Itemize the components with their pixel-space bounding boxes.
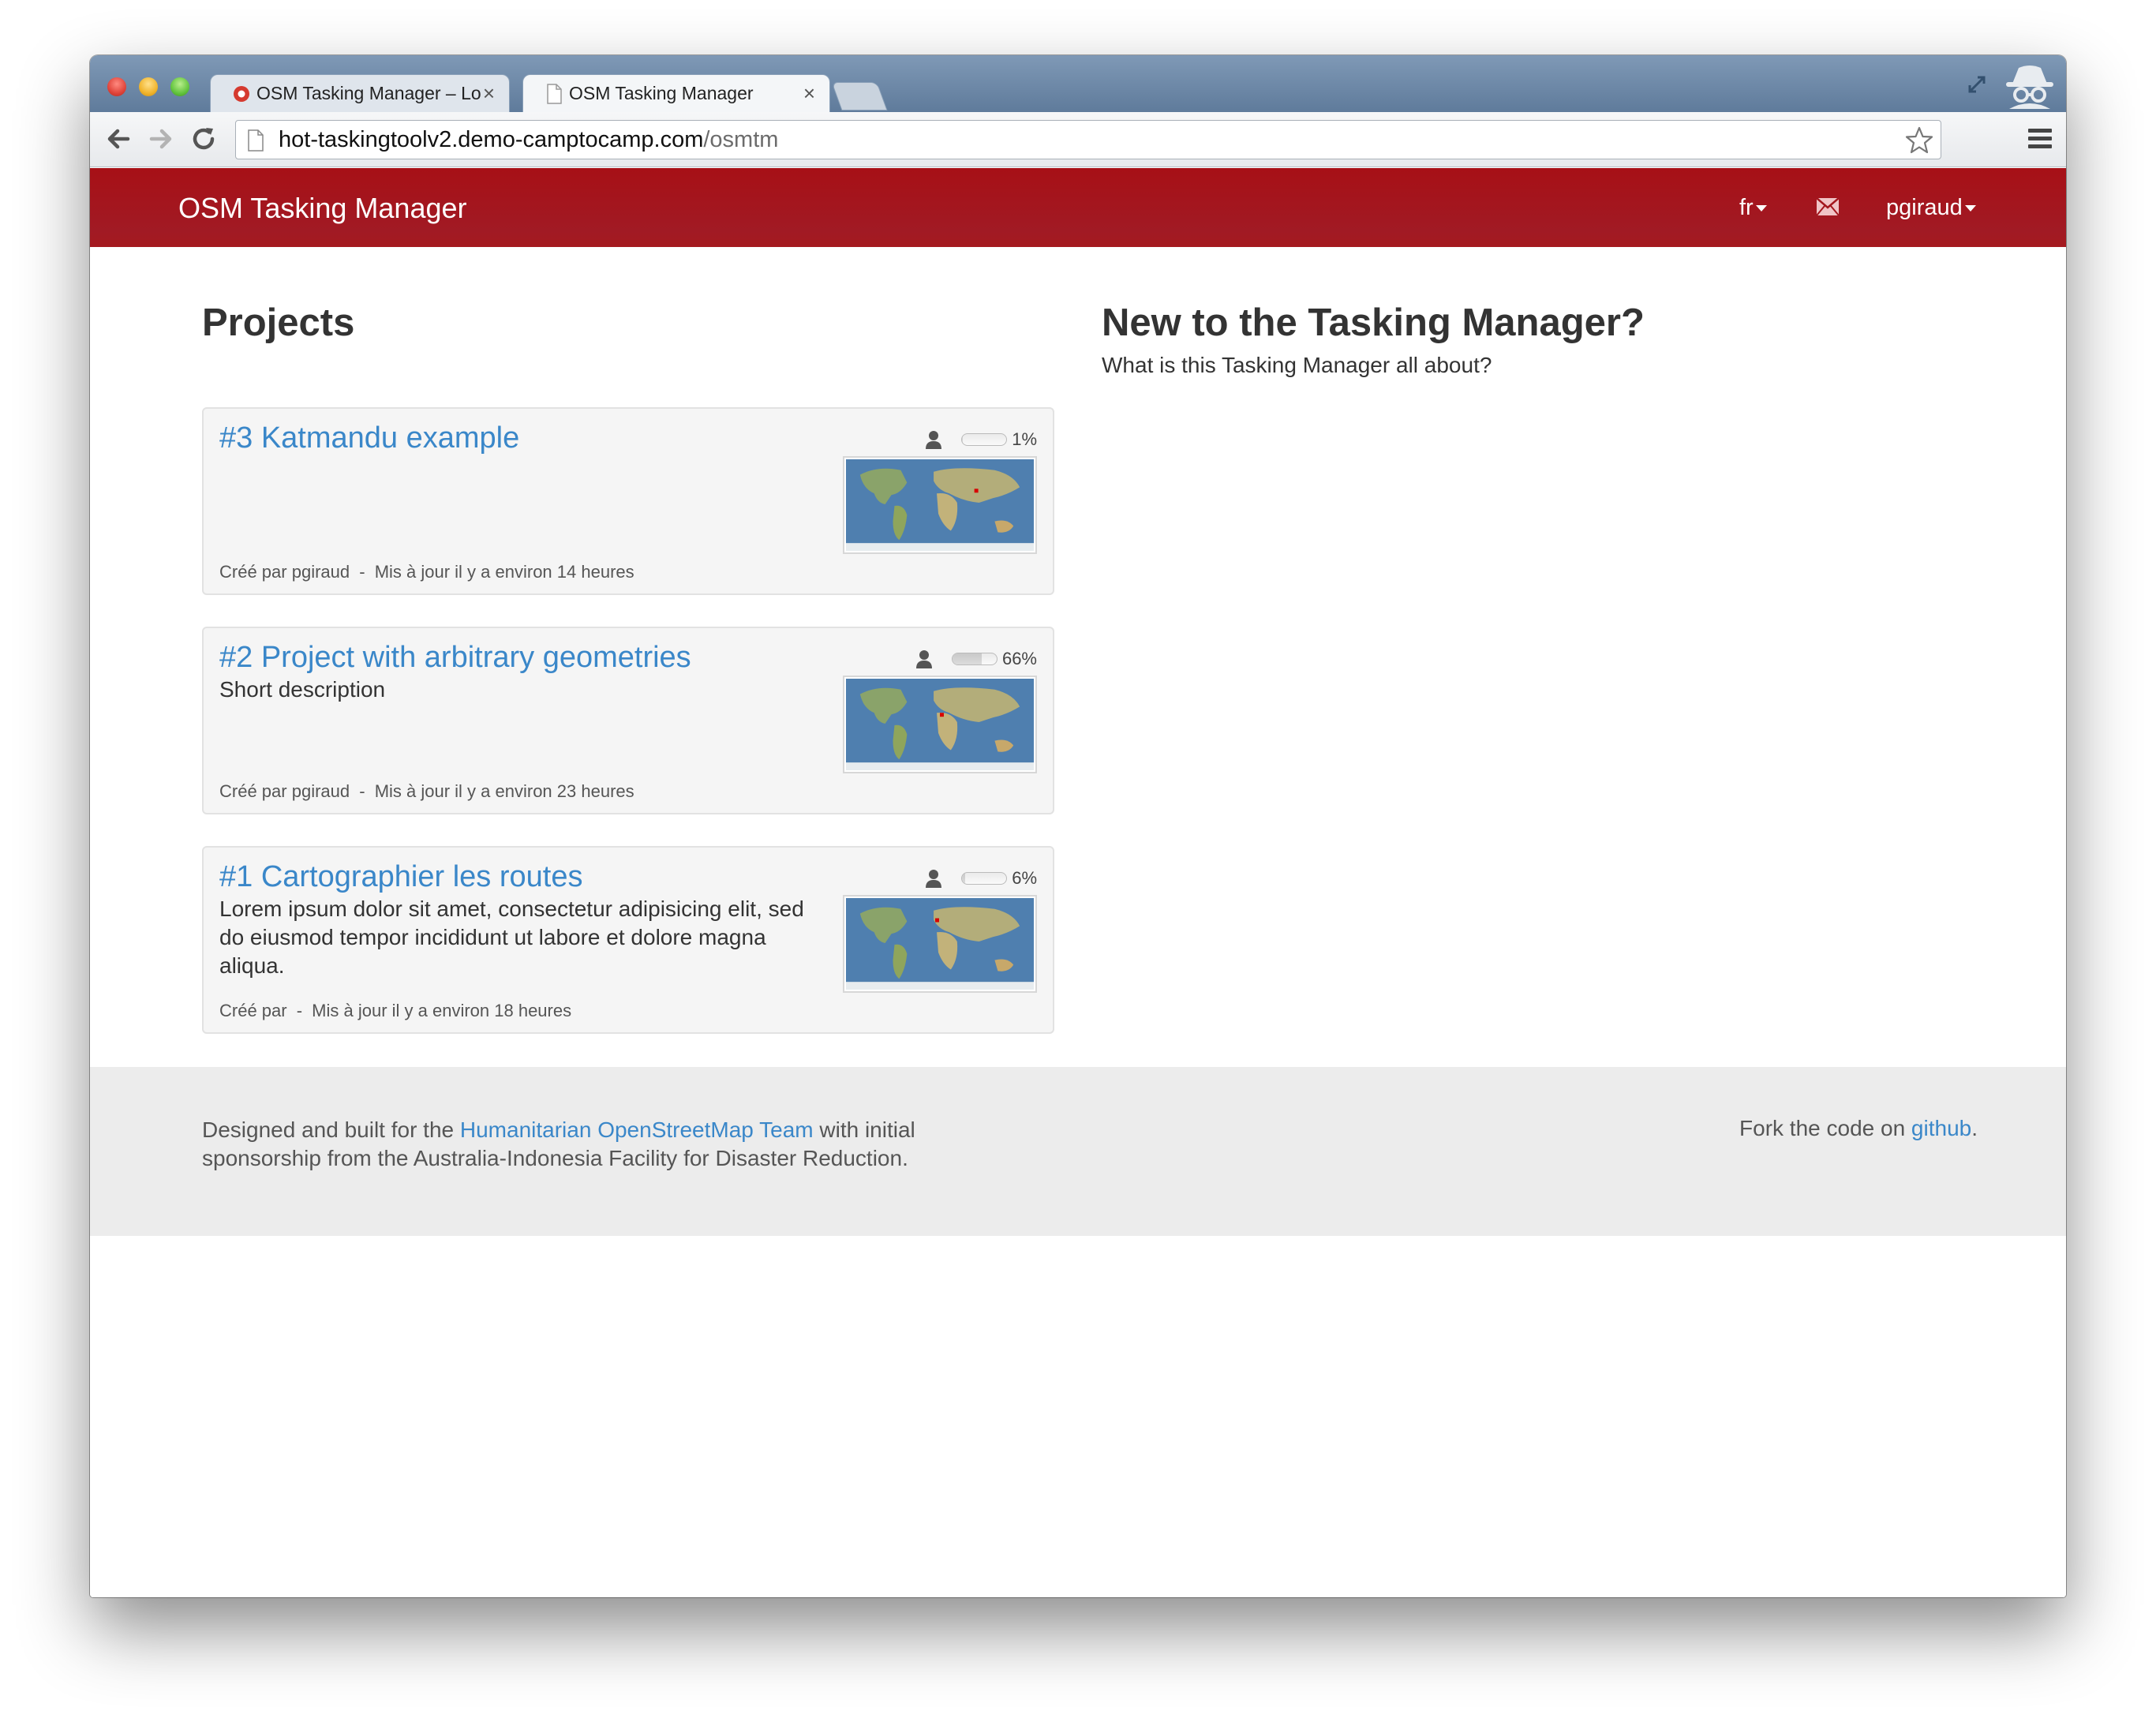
world-map-image (846, 459, 1034, 551)
user-dropdown[interactable]: pgiraud (1886, 195, 1976, 221)
project-stats: 6% (925, 868, 1037, 889)
project-title-link[interactable]: #3 Katmandu example (219, 421, 519, 455)
envelope-icon[interactable] (1817, 198, 1839, 215)
browser-window: OSM Tasking Manager – Lo × OSM Tasking M… (90, 55, 2066, 1597)
bookmark-star-icon[interactable] (1904, 125, 1934, 155)
site-footer: Designed and built for the Humanitarian … (90, 1067, 2066, 1236)
browser-menu-icon[interactable] (2027, 126, 2053, 152)
project-meta: Créé par pgiraud - Mis à jour il y a env… (219, 562, 634, 582)
about-link[interactable]: What is this Tasking Manager all about? (1102, 353, 1492, 378)
project-stats: 1% (925, 429, 1037, 450)
address-bar[interactable]: hot-taskingtoolv2.demo-camptocamp.com/os… (235, 120, 1941, 159)
footer-text-before: Designed and built for the (202, 1117, 455, 1142)
user-icon (926, 431, 942, 449)
progress-bar (961, 872, 1008, 885)
browser-titlebar: OSM Tasking Manager – Lo × OSM Tasking M… (90, 55, 2066, 112)
updated-label: Mis à jour il y a environ 14 heures (374, 562, 634, 582)
brand-link[interactable]: OSM Tasking Manager (178, 192, 467, 225)
project-meta: Créé par - Mis à jour il y a environ 18 … (219, 1001, 571, 1021)
reload-icon[interactable] (188, 123, 219, 155)
updated-label: Mis à jour il y a environ 23 heures (374, 781, 634, 801)
language-dropdown[interactable]: fr (1739, 195, 1767, 221)
project-card: #1 Cartographier les routes Lorem ipsum … (202, 846, 1054, 1034)
meta-separator: - (359, 781, 365, 801)
tab-title: OSM Tasking Manager – Lo (256, 83, 481, 103)
created-label: Créé par (219, 562, 287, 582)
project-description: Lorem ipsum dolor sit amet, consectetur … (219, 897, 804, 978)
site-navbar: OSM Tasking Manager fr pgiraud (90, 168, 2066, 247)
project-card: #3 Katmandu example 1% Créé par pgiraud … (202, 407, 1054, 595)
progress-label: 66% (1001, 649, 1037, 668)
minimize-window-button[interactable] (139, 77, 158, 96)
user-icon (915, 650, 932, 668)
progress-fill (962, 873, 965, 884)
document-favicon-icon (547, 83, 562, 104)
created-label: Créé par (219, 1001, 287, 1020)
project-map-thumbnail[interactable] (843, 456, 1037, 554)
project-map-thumbnail[interactable] (843, 895, 1037, 993)
caret-down-icon (1964, 205, 1976, 212)
close-window-button[interactable] (107, 77, 126, 96)
new-tab-button[interactable] (831, 82, 888, 110)
web-page: OSM Tasking Manager fr pgiraud Projects … (90, 168, 2066, 1597)
caret-down-icon (1755, 205, 1767, 212)
progress-fill (962, 434, 963, 445)
back-arrow-icon[interactable] (103, 123, 134, 155)
projects-heading: Projects (202, 301, 355, 344)
url-host: hot-taskingtoolv2.demo-camptocamp.com (279, 126, 704, 152)
progress-label: 6% (1012, 868, 1037, 888)
meta-separator: - (296, 1001, 303, 1020)
project-title-link[interactable]: #1 Cartographier les routes (219, 860, 582, 894)
project-description: Short description (219, 677, 386, 702)
fork-period: . (1971, 1116, 1978, 1140)
updated-label: Mis à jour il y a environ 18 heures (312, 1001, 572, 1020)
progress-fill (952, 653, 982, 664)
project-card: #2 Project with arbitrary geometries Sho… (202, 627, 1054, 814)
progress-bar (961, 433, 1008, 446)
project-stats: 66% (915, 649, 1037, 669)
incognito-icon (2006, 66, 2053, 109)
zoom-window-button[interactable] (170, 77, 189, 96)
author-name: pgiraud (291, 781, 350, 801)
world-map-image (846, 679, 1034, 770)
browser-tab-1[interactable]: OSM Tasking Manager – Lo × (210, 74, 510, 112)
browser-tab-2[interactable]: OSM Tasking Manager × (522, 74, 830, 112)
author-name: pgiraud (291, 562, 350, 582)
page-icon (248, 129, 264, 152)
created-label: Créé par (219, 781, 287, 801)
progress-label: 1% (1012, 429, 1037, 449)
tab-close-icon[interactable]: × (803, 81, 815, 106)
progress-bar (951, 653, 998, 665)
project-title-link[interactable]: #2 Project with arbitrary geometries (219, 641, 691, 675)
github-link[interactable]: github (1911, 1116, 1971, 1140)
fullscreen-icon[interactable] (1965, 73, 1989, 96)
tab-title: OSM Tasking Manager (569, 83, 754, 103)
browser-toolbar: hot-taskingtoolv2.demo-camptocamp.com/os… (90, 112, 2066, 167)
hot-link[interactable]: Humanitarian OpenStreetMap Team (460, 1117, 814, 1142)
forward-arrow-icon[interactable] (145, 123, 177, 155)
fork-text: Fork the code on (1739, 1116, 1906, 1140)
user-icon (926, 870, 942, 888)
intro-heading: New to the Tasking Manager? (1102, 301, 1645, 344)
world-map-image (846, 898, 1034, 990)
project-meta: Créé par pgiraud - Mis à jour il y a env… (219, 781, 634, 802)
footer-fork: Fork the code on github. (1739, 1116, 1978, 1141)
gear-favicon-icon (234, 85, 249, 102)
user-name: pgiraud (1886, 195, 1963, 220)
language-label: fr (1739, 195, 1754, 220)
meta-separator: - (359, 562, 365, 582)
tab-close-icon[interactable]: × (483, 81, 495, 106)
project-map-thumbnail[interactable] (843, 676, 1037, 773)
footer-credits: Designed and built for the Humanitarian … (202, 1116, 960, 1173)
url-path: /osmtm (703, 126, 779, 152)
